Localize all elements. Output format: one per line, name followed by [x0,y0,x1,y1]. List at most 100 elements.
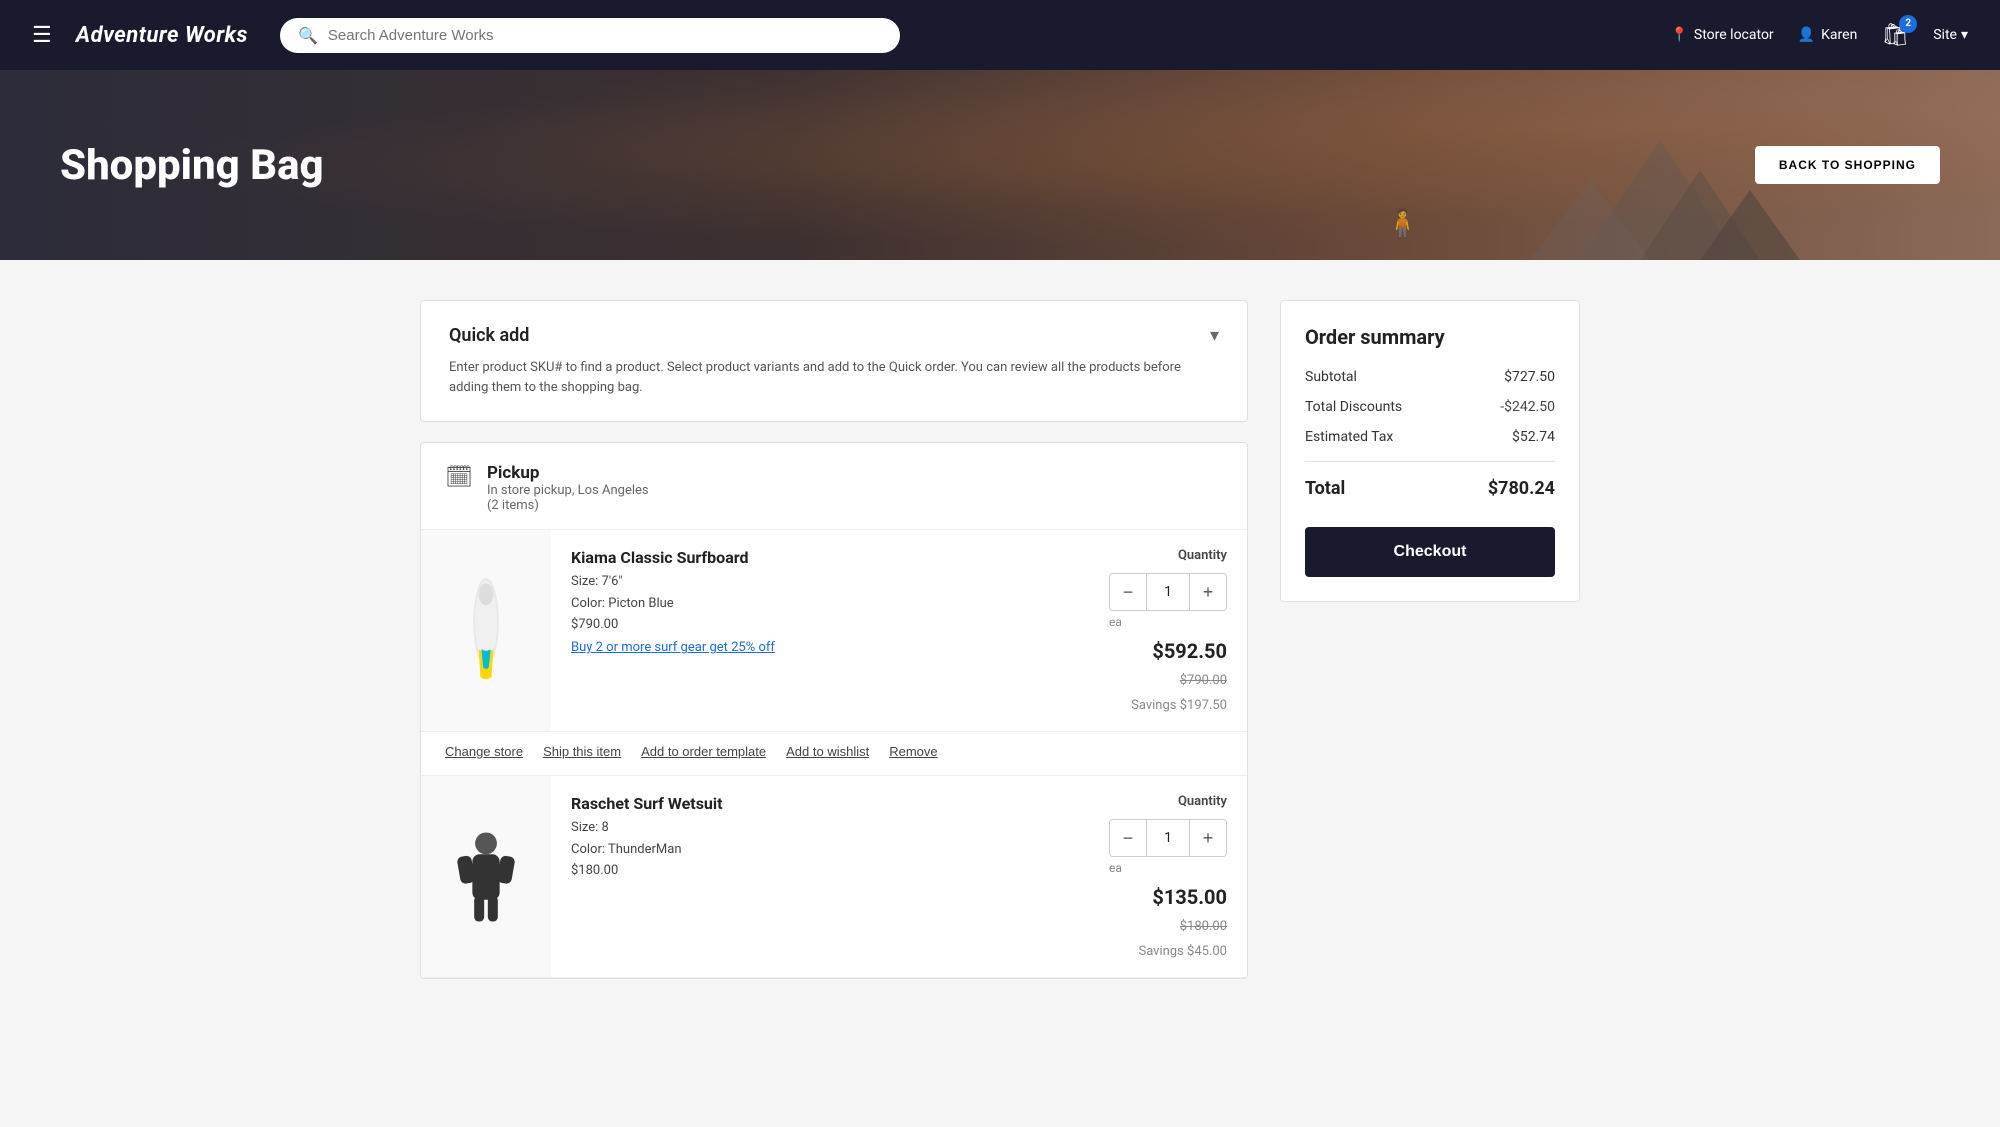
item-price-main: $592.50 [1152,639,1227,663]
quantity-control: − 1 + [1109,819,1227,857]
size-label: Size: [571,574,598,589]
item-actions-surfboard: Change store Ship this item Add to order… [421,732,1247,776]
menu-icon[interactable]: ☰ [32,23,52,48]
item-info-wetsuit: Raschet Surf Wetsuit Size: 8 Color: Thun… [571,794,1089,959]
item-quantity-price: Quantity − 1 + ea $592.50 $790.00 Saving… [1109,548,1227,713]
user-account-link[interactable]: 👤 Karen [1798,27,1858,43]
pickup-info: Pickup In store pickup, Los Angeles (2 i… [487,463,649,513]
color-value: Picton Blue [608,596,673,611]
tax-label: Estimated Tax [1305,429,1393,445]
back-to-shopping-button[interactable]: BACK TO SHOPPING [1755,146,1940,184]
color-label: Color: [571,842,605,857]
tax-row: Estimated Tax $52.74 [1305,429,1555,445]
page-title: Shopping Bag [0,141,384,190]
quick-add-header: Quick add ▾ [449,325,1219,346]
item-details-wetsuit: Raschet Surf Wetsuit Size: 8 Color: Thun… [551,776,1247,977]
total-row: Total $780.24 [1305,478,1555,499]
item-savings: Savings $197.50 [1131,698,1227,713]
quick-add-chevron-icon[interactable]: ▾ [1210,325,1219,346]
item-name: Kiama Classic Surfboard [571,548,1089,567]
item-color: Color: Picton Blue [571,593,1089,615]
color-value: ThunderMan [608,842,682,857]
size-value: 8 [602,820,609,835]
item-promo-link[interactable]: Buy 2 or more surf gear get 25% off [571,640,1089,655]
item-unit: ea [1109,861,1122,875]
search-bar[interactable]: 🔍 [280,18,900,53]
left-column: Quick add ▾ Enter product SKU# to find a… [420,300,1248,979]
location-icon: 📍 [1670,27,1687,43]
store-locator-link[interactable]: 📍 Store locator [1670,27,1773,43]
size-value: 7'6" [602,574,623,589]
item-price-original: $180.00 [1180,919,1227,934]
subtotal-label: Subtotal [1305,369,1357,385]
item-info-surfboard: Kiama Classic Surfboard Size: 7'6" Color… [571,548,1089,713]
item-image-surfboard [421,530,551,731]
item-price-main: $135.00 [1152,885,1227,909]
site-header: ☰ Adventure Works 🔍 📍 Store locator 👤 Ka… [0,0,2000,70]
search-container: 🔍 [280,18,900,53]
item-size: Size: 8 [571,817,1089,839]
add-to-wishlist-button[interactable]: Add to wishlist [786,744,869,759]
quantity-decrease-button[interactable]: − [1110,574,1146,610]
remove-item-button[interactable]: Remove [889,744,937,759]
item-quantity-price: Quantity − 1 + ea $135.00 $180.00 Saving… [1109,794,1227,959]
discounts-row: Total Discounts -$242.50 [1305,399,1555,415]
quantity-increase-button[interactable]: + [1190,574,1226,610]
quick-add-panel: Quick add ▾ Enter product SKU# to find a… [420,300,1248,422]
add-to-order-template-button[interactable]: Add to order template [641,744,766,759]
item-price-display: $790.00 [571,617,1089,632]
quantity-increase-button[interactable]: + [1190,820,1226,856]
checkout-button[interactable]: Checkout [1305,527,1555,577]
item-color: Color: ThunderMan [571,839,1089,861]
pickup-subtitle: In store pickup, Los Angeles [487,483,649,498]
quantity-value: 1 [1146,574,1190,610]
total-value: $780.24 [1488,478,1555,499]
subtotal-value: $727.50 [1504,369,1555,385]
item-image-wetsuit [421,776,551,977]
cart-item: Raschet Surf Wetsuit Size: 8 Color: Thun… [421,776,1247,978]
item-name: Raschet Surf Wetsuit [571,794,1089,813]
order-summary-title: Order summary [1305,325,1555,349]
right-column: Order summary Subtotal $727.50 Total Dis… [1280,300,1580,979]
color-label: Color: [571,596,605,611]
site-selector[interactable]: Site ▾ [1933,27,1968,43]
site-label: Site [1933,27,1957,43]
user-icon: 👤 [1798,27,1815,43]
ship-this-item-button[interactable]: Ship this item [543,744,621,759]
item-price-original: $790.00 [1180,673,1227,688]
item-price-display: $180.00 [571,863,1089,878]
cart-badge: 2 [1899,15,1917,33]
quantity-value: 1 [1146,820,1190,856]
pickup-count: (2 items) [487,498,649,513]
site-logo[interactable]: Adventure Works [76,23,248,48]
item-details-surfboard: Kiama Classic Surfboard Size: 7'6" Color… [551,530,1247,731]
quick-add-description: Enter product SKU# to find a product. Se… [449,358,1219,397]
site-chevron-icon: ▾ [1961,27,1968,43]
quantity-control: − 1 + [1109,573,1227,611]
quantity-label: Quantity [1178,548,1227,563]
quick-add-title: Quick add [449,325,529,346]
pickup-header: 🗓 Pickup In store pickup, Los Angeles (2… [421,443,1247,530]
hero-figure-decoration: 🧍 [1385,207,1420,240]
header-right: 📍 Store locator 👤 Karen 🛍 2 Site ▾ [1670,23,1968,48]
item-size: Size: 7'6" [571,571,1089,593]
tax-value: $52.74 [1512,429,1555,445]
store-locator-label: Store locator [1694,27,1774,43]
total-label: Total [1305,478,1345,499]
item-unit: ea [1109,615,1122,629]
cart-button[interactable]: 🛍 2 [1881,23,1909,48]
main-content: Quick add ▾ Enter product SKU# to find a… [400,260,1600,1019]
wetsuit-image [446,827,526,927]
search-input[interactable] [328,27,882,44]
hero-banner: 🧍 Shopping Bag BACK TO SHOPPING [0,70,2000,260]
subtotal-row: Subtotal $727.50 [1305,369,1555,385]
user-name: Karen [1821,27,1857,43]
quantity-decrease-button[interactable]: − [1110,820,1146,856]
item-savings: Savings $45.00 [1138,944,1227,959]
quantity-label: Quantity [1178,794,1227,809]
pickup-title: Pickup [487,463,649,483]
pickup-section: 🗓 Pickup In store pickup, Los Angeles (2… [420,442,1248,979]
cart-item: Kiama Classic Surfboard Size: 7'6" Color… [421,530,1247,732]
change-store-button[interactable]: Change store [445,744,523,759]
discounts-value: -$242.50 [1500,399,1555,415]
